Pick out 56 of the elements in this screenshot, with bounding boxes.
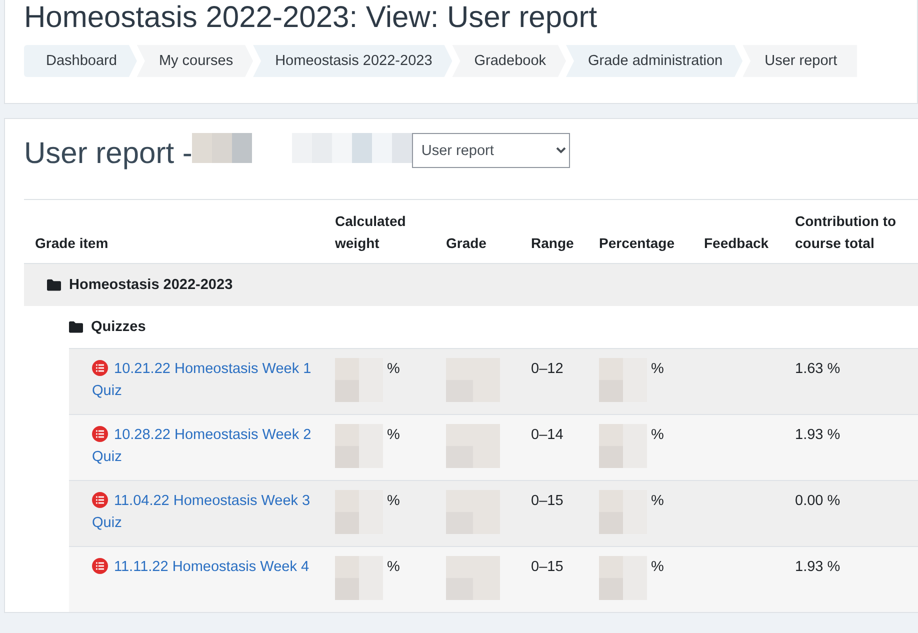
quiz-icon (92, 360, 108, 376)
redacted-grade (446, 556, 500, 600)
quiz-link[interactable]: 10.28.22 Homeostasis Week 2 Quiz (92, 424, 325, 468)
report-select[interactable]: User report (412, 133, 570, 168)
redacted-value (335, 424, 383, 468)
percentage-unit: % (651, 426, 664, 445)
weight-unit: % (387, 360, 400, 379)
report-title: User report - (24, 137, 192, 171)
quiz-icon (92, 426, 108, 442)
weight-unit: % (387, 492, 400, 511)
quiz-icon (92, 492, 108, 508)
redacted-grade (446, 490, 500, 534)
redacted-value (335, 358, 383, 402)
breadcrumb-link[interactable]: Homeostasis 2022-2023 (253, 45, 452, 77)
column-header: Contribution to course total (795, 212, 898, 253)
redacted-value (599, 358, 647, 402)
quiz-link[interactable]: 11.11.22 Homeostasis Week 4 (92, 556, 325, 578)
redacted-value (599, 424, 647, 468)
redacted-grade (446, 358, 500, 402)
breadcrumb-link[interactable]: My courses (136, 45, 254, 77)
range-cell-text: 0–14 (531, 426, 564, 445)
contribution-cell-text: 0.00 % (795, 492, 842, 511)
contribution-cell-text: 1.93 % (795, 426, 842, 445)
category-name: Homeostasis 2022-2023 (69, 277, 233, 293)
folder-icon (47, 279, 61, 291)
category-name: Quizzes (91, 319, 146, 335)
column-header: Percentage (599, 234, 676, 253)
redacted-value (335, 490, 383, 534)
percentage-unit: % (651, 360, 664, 379)
percentage-unit: % (651, 492, 664, 511)
range-cell-text: 0–12 (531, 360, 564, 379)
page-title: Homeostasis 2022-2023: View: User report (24, 0, 598, 36)
column-header: Feedback (704, 234, 770, 253)
breadcrumb-link[interactable]: User report (742, 45, 858, 77)
redacted-value (599, 490, 647, 534)
breadcrumb-link[interactable]: Grade administration (566, 45, 743, 77)
percentage-unit: % (651, 558, 664, 577)
contribution-cell-text: 1.93 % (795, 558, 842, 577)
folder-icon (69, 321, 83, 333)
column-header: Grade (446, 234, 488, 253)
redacted-value (599, 556, 647, 600)
quiz-link[interactable]: 11.04.22 Homeostasis Week 3 Quiz (92, 490, 325, 534)
range-cell-text: 0–15 (531, 492, 564, 511)
contribution-cell-text: 1.63 % (795, 360, 842, 379)
redacted-value (335, 556, 383, 600)
column-header: Calculated weight (335, 212, 407, 253)
breadcrumb-link[interactable]: Gradebook (452, 45, 566, 77)
breadcrumb-link[interactable]: Dashboard (24, 45, 137, 77)
range-cell-text: 0–15 (531, 558, 564, 577)
redacted-grade (446, 424, 500, 468)
quiz-link[interactable]: 10.21.22 Homeostasis Week 1 Quiz (92, 358, 325, 402)
weight-unit: % (387, 558, 400, 577)
weight-unit: % (387, 426, 400, 445)
column-header: Range (531, 234, 575, 253)
quiz-icon (92, 558, 108, 574)
column-header: Grade item (34, 234, 110, 253)
